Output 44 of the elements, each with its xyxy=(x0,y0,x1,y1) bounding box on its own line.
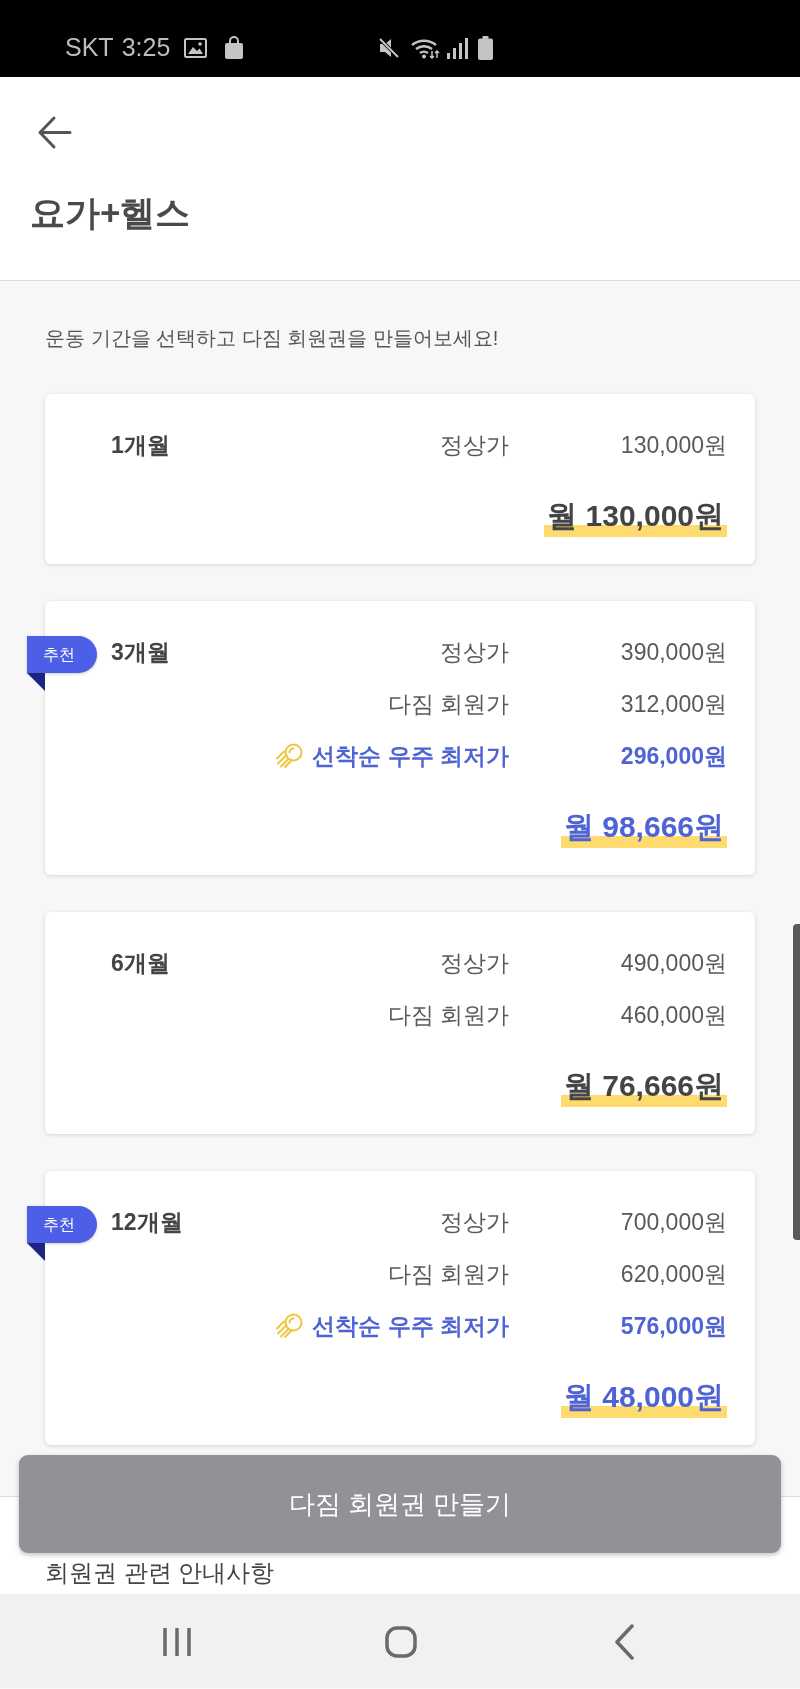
shopping-bag-icon xyxy=(224,36,245,59)
price-value: 390,000원 xyxy=(619,637,727,667)
recommend-badge: 추천 xyxy=(27,1206,97,1243)
ribbon-fold-icon xyxy=(27,1243,45,1261)
plan-period: 12개월 xyxy=(111,1208,183,1235)
home-icon[interactable] xyxy=(385,1626,417,1658)
plan-card[interactable]: 1개월 정상가 130,000원 월 130,000원 xyxy=(45,394,755,564)
plan-period: 3개월 xyxy=(111,638,170,665)
recent-apps-icon[interactable] xyxy=(163,1628,191,1656)
back-arrow-icon[interactable] xyxy=(37,115,72,150)
gallery-icon xyxy=(184,37,208,58)
price-label: 정상가 xyxy=(440,637,509,667)
plan-period: 6개월 xyxy=(111,949,170,976)
comet-icon xyxy=(275,741,305,771)
mute-icon xyxy=(378,36,401,59)
promo-price: 576,000원 xyxy=(619,1311,727,1341)
clock-time: 3:25 xyxy=(121,35,171,60)
price-value: 700,000원 xyxy=(619,1207,727,1237)
price-label: 정상가 xyxy=(440,948,509,978)
page-title: 요가+헬스 xyxy=(30,192,192,233)
signal-icon xyxy=(446,36,469,59)
price-label: 다짐 회원가 xyxy=(387,1000,509,1030)
price-label: 다짐 회원가 xyxy=(387,1259,509,1289)
comet-icon xyxy=(275,1311,305,1341)
recommend-badge: 추천 xyxy=(27,636,97,673)
promo-price: 296,000원 xyxy=(619,741,727,771)
price-label: 다짐 회원가 xyxy=(387,689,509,719)
promo-label: 선착순 우주 최저가 xyxy=(312,1311,509,1341)
back-icon[interactable] xyxy=(614,1624,635,1660)
price-value: 312,000원 xyxy=(619,689,727,719)
promo-label: 선착순 우주 최저가 xyxy=(312,741,509,771)
notice-heading: 회원권 관련 안내사항 xyxy=(45,1558,276,1588)
price-label: 정상가 xyxy=(440,1207,509,1237)
plan-period: 1개월 xyxy=(111,431,170,458)
battery-icon xyxy=(478,35,494,60)
carrier-label: SKT xyxy=(65,35,114,60)
ribbon-fold-icon xyxy=(27,673,45,691)
intro-text: 운동 기간을 선택하고 다짐 회원권을 만들어보세요! xyxy=(45,326,500,351)
price-value: 130,000원 xyxy=(619,430,727,460)
price-value: 620,000원 xyxy=(619,1259,727,1289)
price-value: 460,000원 xyxy=(619,1000,727,1030)
price-value: 490,000원 xyxy=(619,948,727,978)
plan-card[interactable]: 6개월 정상가 490,000원 다짐 회원가 460,000원 월 76,666원 xyxy=(45,912,755,1134)
price-label: 정상가 xyxy=(440,430,509,460)
